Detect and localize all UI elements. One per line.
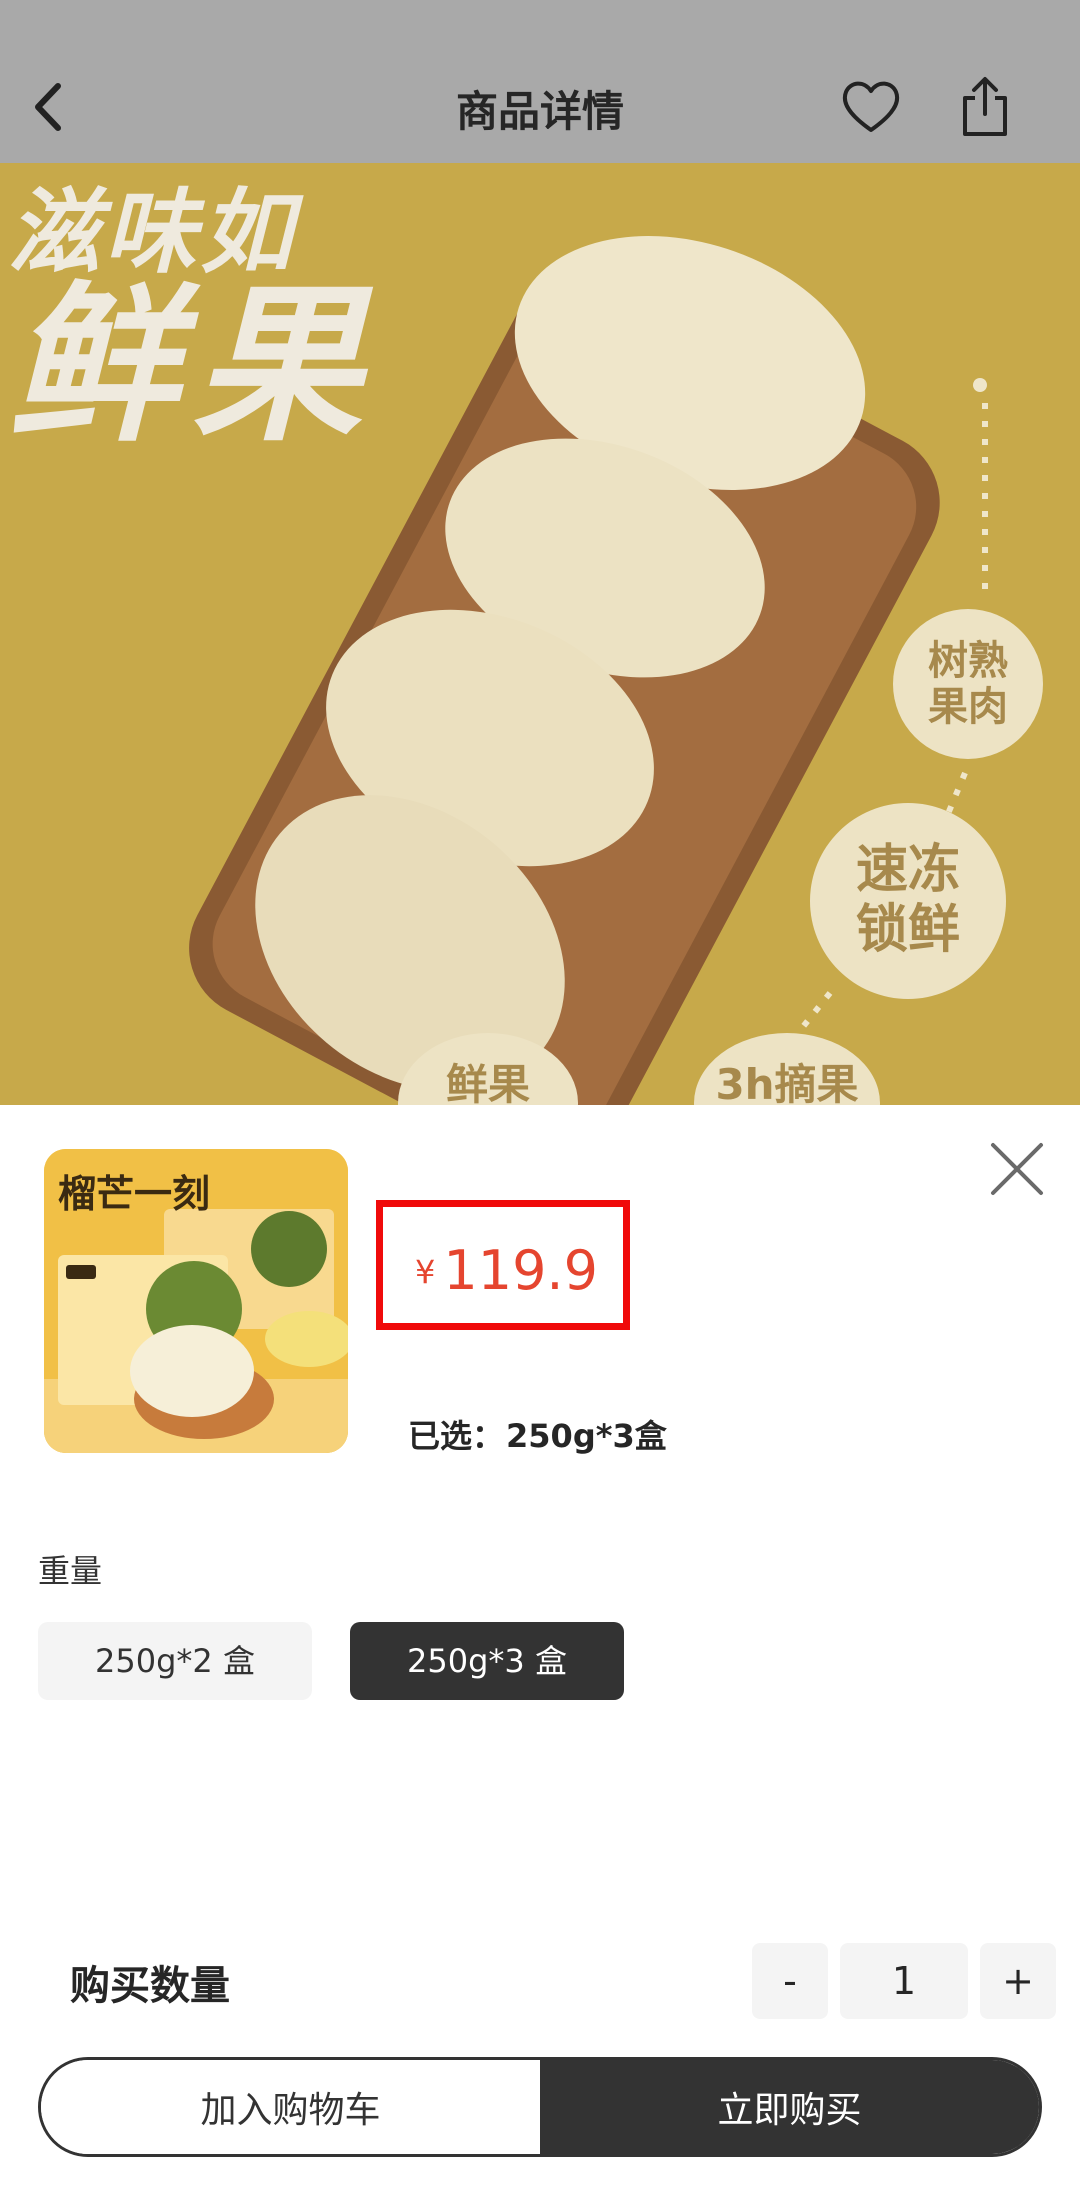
quantity-decrease-button[interactable]: - [752,1943,828,2019]
weight-option-2-boxes[interactable]: 250g*2 盒 [38,1622,312,1700]
weight-option-3-boxes[interactable]: 250g*3 盒 [350,1622,624,1700]
page-title: 商品详情 [455,87,624,136]
thumbnail-brand-text: 榴芒一刻 [58,1172,211,1216]
product-hero-image: 滋味如 鲜果 树熟 果肉 速冻 锁鲜 鲜果 3h摘果 [0,163,1080,1105]
close-icon [991,1143,1043,1195]
price: ¥119.9 [415,1239,598,1302]
hero-badge: 速冻 锁鲜 [810,803,1006,999]
quantity-label: 购买数量 [70,1963,230,2009]
close-button[interactable] [990,1142,1044,1196]
quantity-increase-button[interactable]: + [980,1943,1056,2019]
price-highlight-box: ¥119.9 [376,1200,630,1330]
hero-headline-line1: 滋味如 [8,179,297,286]
heart-icon [842,81,900,132]
purchase-actions: 加入购物车 立即购买 [38,2057,1042,2157]
selected-sku: 已选：250g*3盒 [408,1411,667,1457]
quantity-input[interactable]: 1 [840,1943,968,2019]
share-button[interactable] [955,74,1015,140]
price-currency: ¥ [415,1253,436,1291]
favorite-button[interactable] [838,74,904,140]
add-to-cart-button[interactable]: 加入购物车 [41,2060,540,2154]
hero-headline-line2: 鲜果 [8,267,377,465]
sku-selection-sheet: 榴芒一刻 ¥119.9 已选：250g*3盒 重量 250g*2 盒 250g*… [0,1105,1080,2209]
price-value: 119.9 [443,1239,598,1302]
product-thumbnail: 榴芒一刻 [44,1149,348,1453]
selected-sku-label: 已选： [408,1417,505,1455]
selected-sku-value: 250g*3盒 [506,1417,667,1455]
hero-badge: 树熟 果肉 [893,609,1043,759]
buy-now-button[interactable]: 立即购买 [540,2060,1039,2154]
weight-label: 重量 [38,1552,103,1590]
product-detail-page: 商品详情 滋味如 鲜果 树熟 果肉 速冻 锁鲜 鲜果 3h摘果 榴芒一刻 ¥ 1… [0,0,1080,2209]
top-navigation-bar: 商品详情 [0,0,1080,163]
share-icon [963,77,1007,136]
